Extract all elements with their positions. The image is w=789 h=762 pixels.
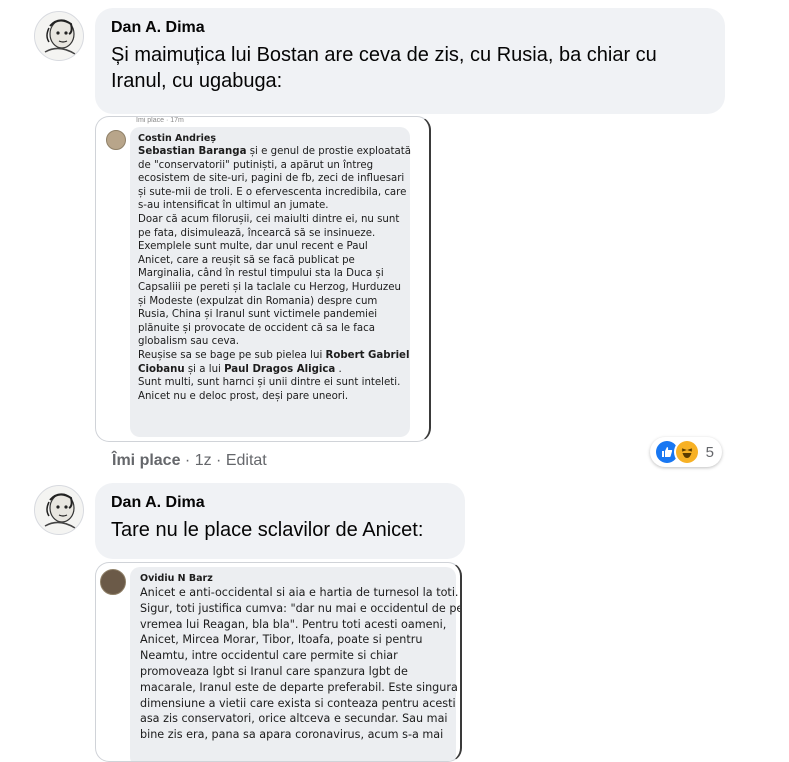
screenshot-text-line: și sute-mii de troli. E o efervescenta i…	[138, 186, 406, 200]
comment-author[interactable]: Dan A. Dima	[111, 18, 709, 38]
sketch-portrait-icon	[35, 486, 83, 534]
text-segment: Anicet nu e deloc prost, deși pare uneor…	[138, 390, 349, 402]
comment-text-line: Iranul, cu ugabuga:	[111, 70, 283, 92]
screenshot-text-line: Anicet nu e deloc prost, deși pare uneor…	[138, 390, 402, 404]
screenshot-comment-text: Anicet e anti-occidental si aia e hartia…	[140, 585, 462, 743]
screenshot-text-line: Rusia, China și Iranul sunt victimele pa…	[138, 308, 402, 322]
text-segment: .	[335, 363, 342, 375]
text-segment: pe fata, disimulează, încearcă să se ins…	[138, 227, 376, 239]
comment-text-line: Și maimuțica lui Bostan are ceva de zis,…	[111, 44, 657, 66]
mentioned-name: Paul Dragos Aligica	[224, 363, 336, 375]
screenshot-text-line: Marginalia, când în restul timpului sta …	[138, 267, 402, 281]
comment-bubble: Dan A. Dima Tare nu le place sclavilor d…	[95, 483, 465, 559]
text-segment: globalism sau ceva.	[138, 336, 239, 348]
screenshot-text-line: Capsaliii pe pereti și la taclale cu Her…	[138, 281, 402, 295]
screenshot-text-line: Neamtu, intre occidentul care permite si…	[140, 649, 398, 663]
laughing-face-icon	[673, 439, 700, 465]
screenshot-text-line: pe fata, disimulează, încearcă să se ins…	[138, 227, 402, 241]
screenshot-author: Ovidiu N Barz	[140, 573, 213, 584]
screenshot-text-line: globalism sau ceva.	[138, 335, 402, 349]
comment-bubble: Dan A. Dima Și maimuțica lui Bostan are …	[95, 8, 725, 114]
screenshot-text-line: Reușise sa se bage pe sub pielea lui Rob…	[138, 349, 409, 363]
comment-author[interactable]: Dan A. Dima	[111, 493, 449, 513]
text-segment: Reușise sa se bage pe sub pielea lui	[138, 349, 326, 361]
separator: ·	[211, 452, 226, 469]
reaction-count: 5	[705, 443, 714, 461]
edited-label: Editat	[225, 452, 267, 469]
text-segment: ecosistem de site-uri, pagini de fb, zec…	[138, 173, 405, 185]
screenshot-text-line: Doar că acum filorușii, cei maiulti dint…	[138, 213, 402, 227]
screenshot-text-line: plănuite și provocate de occident că sa …	[138, 322, 402, 336]
avatar[interactable]	[34, 11, 84, 61]
screenshot-text-line: de "conservatorii" putiniști, a apărut u…	[138, 159, 402, 173]
separator: ·	[180, 452, 195, 469]
avatar[interactable]	[34, 485, 84, 535]
screenshot-text-line: Ciobanu și a lui Paul Dragos Aligica .	[138, 363, 402, 377]
screenshot-comment: Costin Andrieș Sebastian Baranga și e ge…	[130, 127, 411, 437]
timestamp[interactable]: 1z	[195, 452, 212, 469]
screenshot-text-line: vremea lui Reagan, bla bla". Pentru toti…	[140, 617, 447, 631]
screenshot-text-line: Sigur, toti justifica cumva: "dar nu mai…	[140, 601, 462, 615]
screenshot-text-line: asa zis conservatori, orice altceva e se…	[140, 712, 448, 726]
text-segment: Exemplele sunt multe, dar unul recent e …	[138, 241, 368, 253]
screenshot-comment-text: Sebastian Baranga și e genul de prostie …	[138, 145, 411, 404]
text-segment: Capsaliii pe pereti și la taclale cu Her…	[138, 281, 401, 293]
screenshot-text-line: macarale, Iranul este de departe prefera…	[140, 680, 458, 694]
mentioned-name: Sebastian Baranga	[138, 146, 247, 157]
screenshot-comment: Ovidiu N Barz Anicet e anti-occidental s…	[130, 567, 462, 761]
screenshot-text-line: s-au intensificat în ultimul an jumate.	[138, 199, 402, 213]
cropped-action-text: Îmi place · 17m	[136, 117, 184, 124]
text-segment: Sunt multi, sunt harnci și unii dintre e…	[138, 377, 401, 389]
screenshot-text-line: Anicet, care a reușit să se facă publica…	[138, 254, 402, 268]
attached-image[interactable]: Ovidiu N Barz Anicet e anti-occidental s…	[95, 562, 462, 762]
mentioned-name: Robert Gabriel	[325, 349, 410, 361]
screenshot-author: Costin Andrieș	[138, 133, 216, 144]
text-segment: s-au intensificat în ultimul an jumate.	[138, 200, 329, 212]
comment-text: Tare nu le place sclavilor de Anicet:	[111, 519, 424, 541]
screenshot-text-line: și Modeste (expulzat din Romania) despre…	[138, 295, 402, 309]
screenshot-text-line: ecosistem de site-uri, pagini de fb, zec…	[138, 172, 405, 186]
screenshot-text-line: promoveaza lgbt si Iranul care spanzura …	[140, 664, 408, 678]
text-segment: de "conservatorii" putiniști, a apărut u…	[138, 159, 374, 171]
screenshot-text-line: dimensiune a vietii care exista si conte…	[140, 696, 456, 710]
text-segment: și e genul de prostie exploatată	[246, 146, 411, 157]
attached-image[interactable]: Îmi place · 17m Costin Andrieș Sebastian…	[95, 116, 431, 442]
text-segment: și a lui	[184, 363, 225, 375]
sketch-portrait-icon	[35, 12, 83, 60]
like-link[interactable]: Îmi place	[112, 452, 180, 469]
text-segment: Anicet, care a reușit să se facă publica…	[138, 254, 355, 266]
text-segment: Marginalia, când în restul timpului sta …	[138, 268, 384, 280]
comment-actions: Îmi place · 1z · Editat	[112, 452, 267, 470]
mentioned-name: Ciobanu	[138, 363, 185, 375]
avatar	[106, 130, 126, 150]
screenshot-text-line: Exemplele sunt multe, dar unul recent e …	[138, 240, 402, 254]
text-segment: Rusia, China și Iranul sunt victimele pa…	[138, 309, 378, 321]
text-segment: plănuite și provocate de occident că sa …	[138, 322, 375, 334]
screenshot-text-line: Anicet, Mircea Morar, Tibor, Itoafa, poa…	[140, 633, 423, 647]
comment-text: Și maimuțica lui Bostan are ceva de zis,…	[111, 42, 709, 94]
text-segment: și Modeste (expulzat din Romania) despre…	[138, 295, 378, 307]
screenshot-text-line: Sunt multi, sunt harnci și unii dintre e…	[138, 376, 402, 390]
reactions-summary[interactable]: 5	[650, 437, 722, 467]
screenshot-text-line: bine zis era, pana sa apara coronavirus,…	[140, 728, 444, 742]
screenshot-text-line: Sebastian Baranga și e genul de prostie …	[138, 145, 411, 159]
text-segment: Doar că acum filorușii, cei maiulti dint…	[138, 213, 400, 225]
text-segment: și sute-mii de troli. E o efervescenta i…	[138, 186, 407, 198]
avatar	[100, 569, 126, 595]
screenshot-text-line: Anicet e anti-occidental si aia e hartia…	[140, 586, 459, 599]
